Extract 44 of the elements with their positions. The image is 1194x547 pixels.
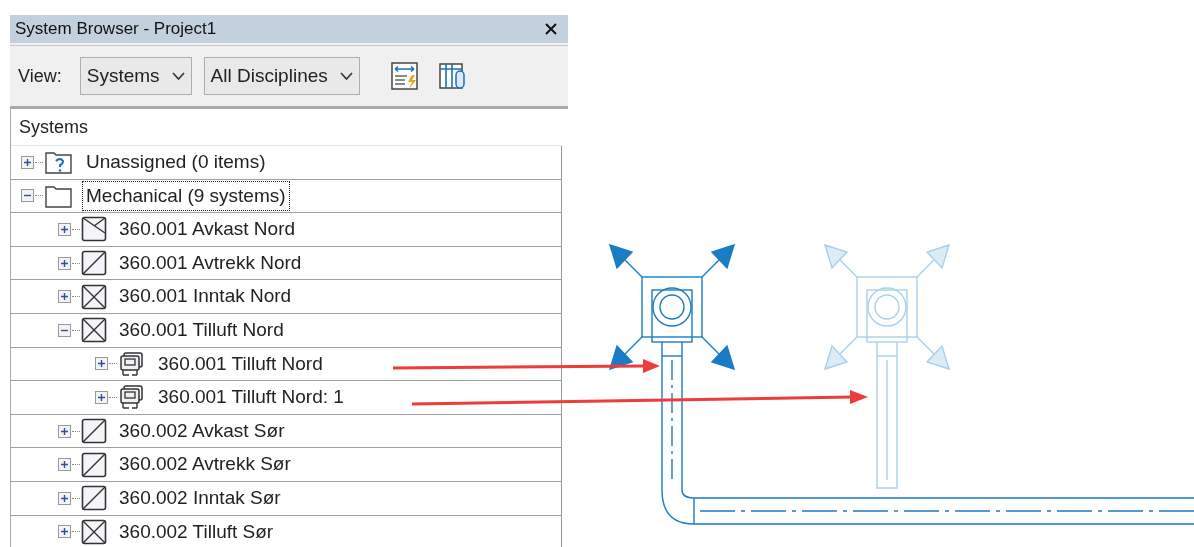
tree-item[interactable]: 360.001 Tilluft Nord: [115, 315, 288, 346]
chevron-down-icon: [339, 71, 353, 81]
sync-icon[interactable]: [389, 61, 420, 91]
tree-item[interactable]: 360.001 Avtrekk Nord: [115, 247, 306, 279]
collapse-icon[interactable]: [58, 323, 71, 337]
system-icon: [81, 451, 107, 478]
system-icon: [81, 216, 107, 243]
close-icon[interactable]: [543, 21, 559, 37]
expand-icon[interactable]: [58, 256, 71, 270]
system-icon: [81, 317, 107, 344]
expand-icon[interactable]: [95, 357, 108, 371]
column-header[interactable]: Systems: [19, 113, 88, 141]
expand-icon[interactable]: [58, 424, 71, 438]
folder-question-icon: [44, 149, 74, 176]
expand-icon[interactable]: [21, 155, 34, 169]
expand-icon[interactable]: [95, 390, 108, 404]
network-icon: [118, 350, 146, 377]
system-icon: [81, 250, 107, 277]
network-icon: [118, 384, 146, 411]
view-label: View:: [18, 64, 62, 88]
panel-title: System Browser - Project1: [15, 18, 217, 41]
expand-icon[interactable]: [58, 525, 71, 539]
dropdown[interactable]: All Disciplines: [203, 57, 360, 95]
system-icon: [81, 418, 107, 445]
collapse-icon[interactable]: [21, 189, 34, 203]
tree-item[interactable]: 360.002 Avkast Sør: [115, 415, 289, 447]
expand-icon[interactable]: [58, 458, 71, 472]
system-icon: [81, 485, 107, 512]
tree-item[interactable]: 360.001 Avkast Nord: [115, 214, 300, 245]
tree-item[interactable]: Mechanical (9 systems): [82, 180, 290, 212]
tree-item[interactable]: 360.002 Avtrekk Sør: [115, 449, 295, 480]
tree-item[interactable]: 360.001 Tilluft Nord: [154, 348, 327, 380]
chevron-down-icon: [171, 71, 185, 81]
column-settings-icon[interactable]: [437, 61, 468, 91]
expand-icon[interactable]: [58, 491, 71, 505]
tree-item[interactable]: 360.001 Inntak Nord: [115, 281, 296, 312]
tree-item[interactable]: Unassigned (0 items): [82, 147, 270, 178]
tree-item[interactable]: 360.002 Inntak Sør: [115, 483, 285, 514]
tree-item[interactable]: 360.002 Tilluft Sør: [115, 516, 278, 547]
expand-icon[interactable]: [58, 223, 71, 236]
dropdown[interactable]: Systems: [79, 57, 192, 95]
system-icon: [81, 283, 107, 310]
expand-icon[interactable]: [58, 290, 71, 304]
tree-item[interactable]: 360.001 Tilluft Nord: 1: [154, 382, 348, 413]
